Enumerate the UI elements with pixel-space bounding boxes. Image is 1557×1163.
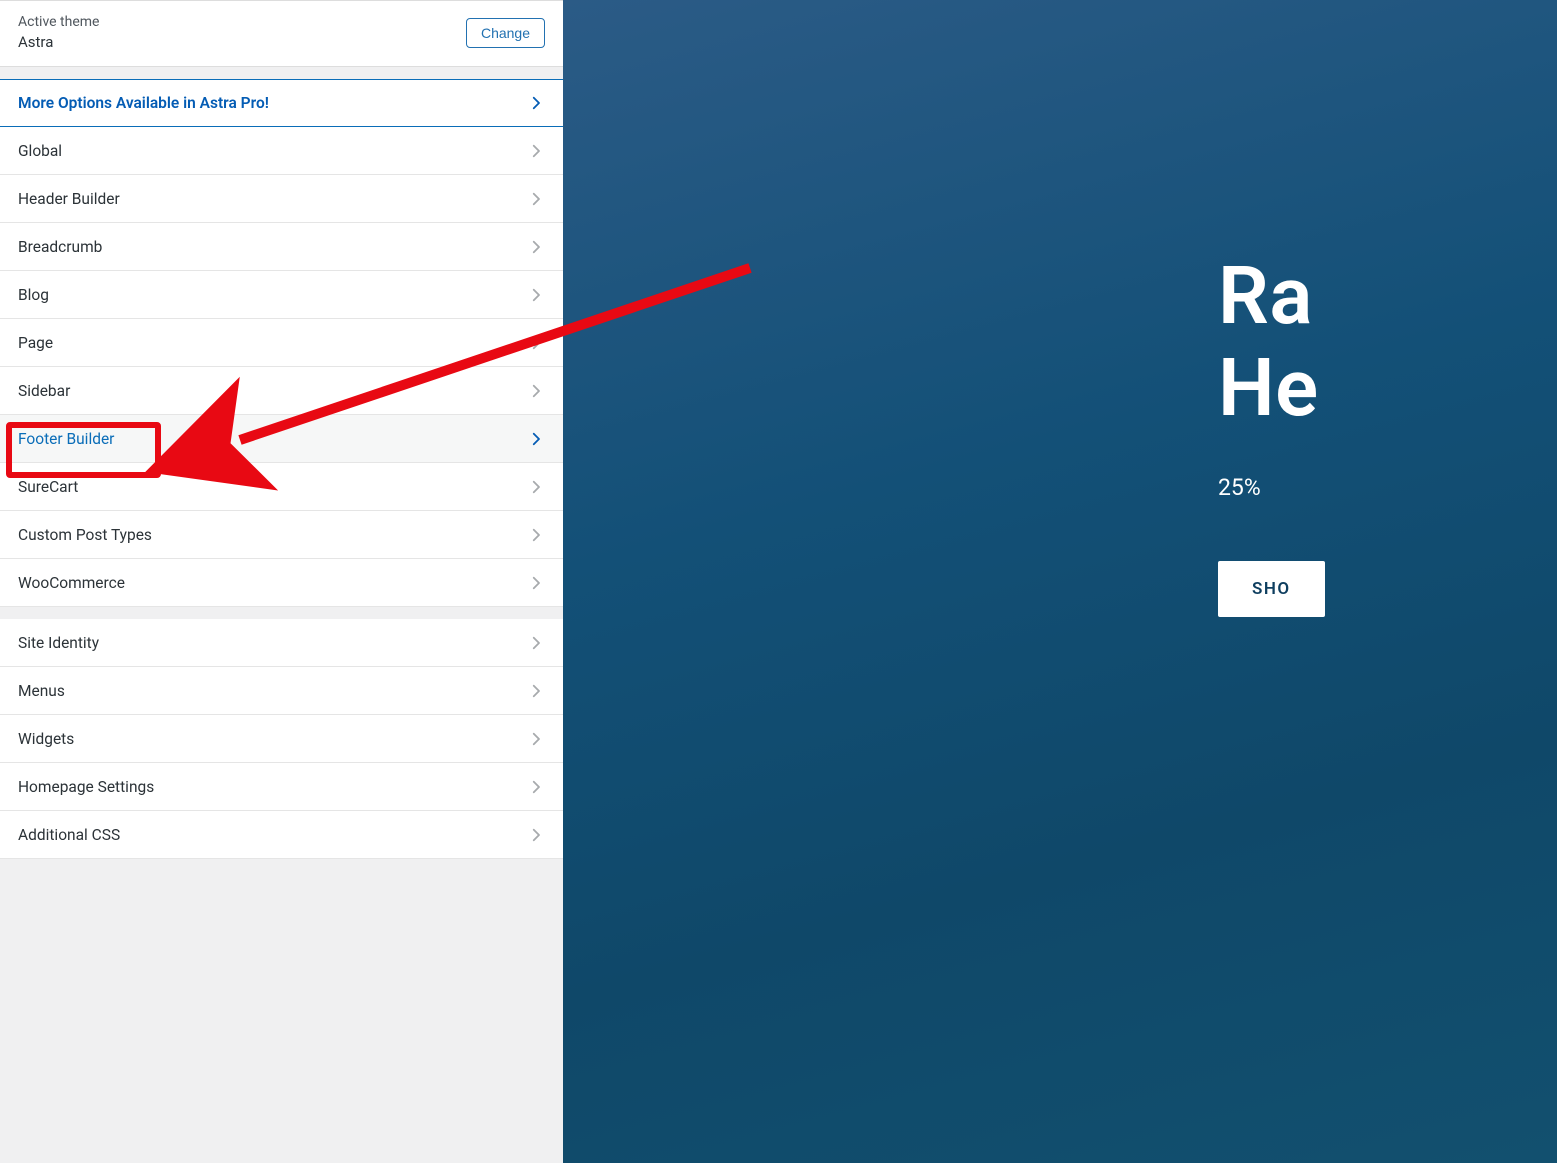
chevron-right-icon	[527, 430, 545, 448]
hero-heading-line2: He	[1218, 341, 1319, 435]
chevron-right-icon	[527, 730, 545, 748]
chevron-right-icon	[527, 526, 545, 544]
panel-breadcrumb[interactable]: Breadcrumb	[0, 223, 563, 271]
panel-label: Menus	[18, 682, 65, 700]
chevron-right-icon	[527, 142, 545, 160]
primary-panels: More Options Available in Astra Pro! Glob…	[0, 79, 563, 607]
chevron-right-icon	[527, 238, 545, 256]
panel-label: Sidebar	[18, 382, 70, 400]
panel-sidebar[interactable]: Sidebar	[0, 367, 563, 415]
panel-label: Header Builder	[18, 190, 120, 208]
hero-heading-line1: Ra	[1218, 249, 1313, 343]
chevron-right-icon	[527, 574, 545, 592]
panel-label: Page	[18, 334, 53, 352]
panel-label: Additional CSS	[18, 826, 120, 844]
panel-header-builder[interactable]: Header Builder	[0, 175, 563, 223]
panel-label: Homepage Settings	[18, 778, 154, 796]
panel-surecart[interactable]: SureCart	[0, 463, 563, 511]
panel-menus[interactable]: Menus	[0, 667, 563, 715]
active-theme-name: Astra	[18, 32, 99, 52]
chevron-right-icon	[527, 778, 545, 796]
panel-custom-post-types[interactable]: Custom Post Types	[0, 511, 563, 559]
panel-label: Custom Post Types	[18, 526, 152, 544]
chevron-right-icon	[527, 634, 545, 652]
panel-label: Footer Builder	[18, 430, 114, 448]
chevron-right-icon	[527, 826, 545, 844]
chevron-right-icon	[527, 334, 545, 352]
panel-astra-pro-promo[interactable]: More Options Available in Astra Pro!	[0, 79, 563, 127]
customizer-sidebar: Active theme Astra Change More Options A…	[0, 0, 563, 1163]
chevron-right-icon	[527, 94, 545, 112]
chevron-right-icon	[527, 682, 545, 700]
panel-blog[interactable]: Blog	[0, 271, 563, 319]
panel-homepage-settings[interactable]: Homepage Settings	[0, 763, 563, 811]
panel-label: Widgets	[18, 730, 74, 748]
shop-now-button[interactable]: SHO	[1218, 561, 1325, 617]
chevron-right-icon	[527, 382, 545, 400]
panel-widgets[interactable]: Widgets	[0, 715, 563, 763]
panel-global[interactable]: Global	[0, 127, 563, 175]
active-theme-label: Active theme	[18, 13, 99, 32]
panel-label: SureCart	[18, 478, 78, 496]
panel-label: Blog	[18, 286, 49, 304]
panel-label: Breadcrumb	[18, 238, 102, 256]
secondary-panels: Site Identity Menus Widgets Homepage Settin…	[0, 619, 563, 859]
panel-label: More Options Available in Astra Pro!	[18, 94, 269, 112]
panel-additional-css[interactable]: Additional CSS	[0, 811, 563, 859]
change-theme-button[interactable]: Change	[466, 18, 545, 48]
panel-label: Global	[18, 142, 62, 160]
chevron-right-icon	[527, 478, 545, 496]
panel-label: WooCommerce	[18, 574, 125, 592]
hero-subtext: 25%	[1218, 474, 1325, 501]
theme-header: Active theme Astra Change	[0, 0, 563, 67]
panel-footer-builder[interactable]: Footer Builder	[0, 415, 563, 463]
site-preview: Ra He 25% SHO	[563, 0, 1557, 1163]
panel-site-identity[interactable]: Site Identity	[0, 619, 563, 667]
chevron-right-icon	[527, 190, 545, 208]
panel-woocommerce[interactable]: WooCommerce	[0, 559, 563, 607]
chevron-right-icon	[527, 286, 545, 304]
panel-label: Site Identity	[18, 634, 99, 652]
panel-page[interactable]: Page	[0, 319, 563, 367]
